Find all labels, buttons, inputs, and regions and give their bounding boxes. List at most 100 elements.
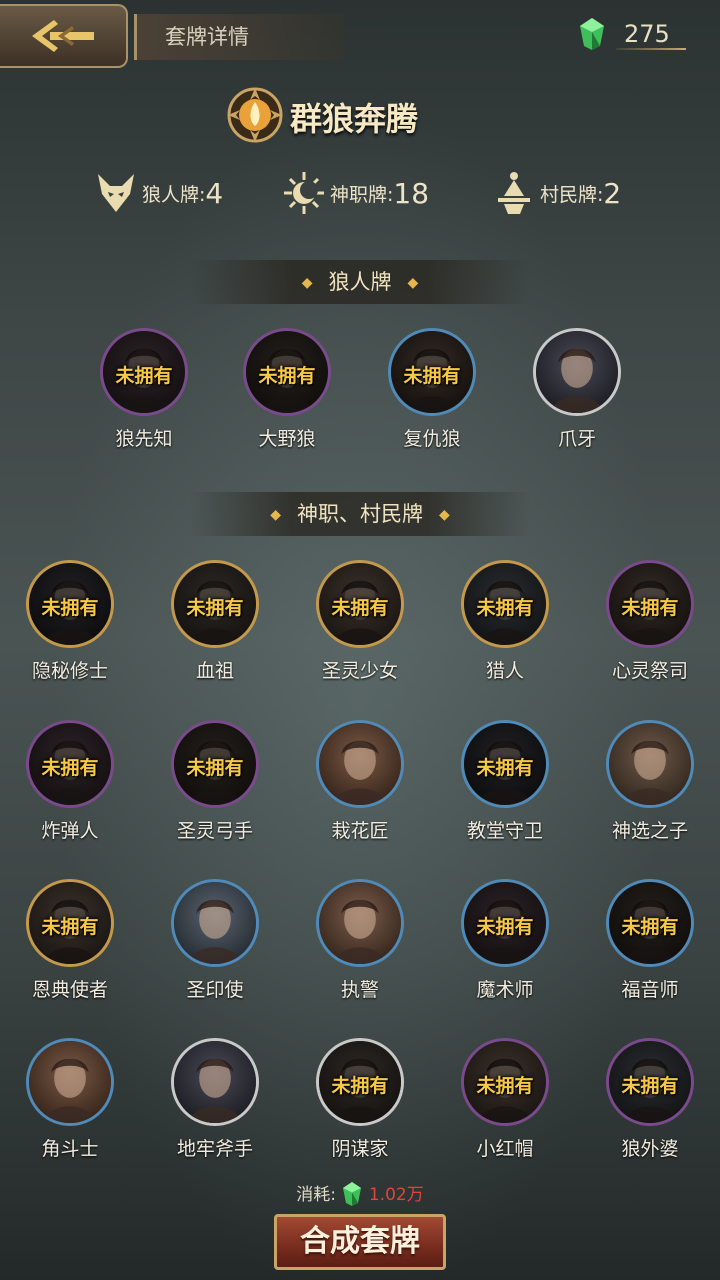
unowned-label: 未拥有 xyxy=(621,1075,679,1097)
cost-value: 1.02万 xyxy=(368,1185,424,1205)
character-card[interactable]: 爪牙 xyxy=(512,328,642,458)
character-card[interactable]: 神选之子 xyxy=(585,720,715,850)
count-wolf-label: 狼人牌: xyxy=(142,183,206,206)
character-card[interactable]: 未拥有 圣灵少女 xyxy=(295,560,425,690)
unowned-label: 未拥有 xyxy=(476,597,534,619)
character-name: 大野狼 xyxy=(258,428,316,450)
page-title: 套牌详情 xyxy=(134,14,344,60)
character-avatar: 未拥有 xyxy=(606,560,694,648)
character-card[interactable]: 未拥有 恩典使者 xyxy=(5,879,135,1009)
back-arrow-icon xyxy=(32,20,94,52)
unowned-label: 未拥有 xyxy=(115,365,173,387)
character-name: 栽花匠 xyxy=(331,820,389,842)
character-name: 圣印使 xyxy=(186,979,244,1001)
character-portrait xyxy=(29,1041,111,1123)
unowned-label: 未拥有 xyxy=(331,1075,389,1097)
character-name: 角斗士 xyxy=(41,1138,99,1160)
character-portrait xyxy=(174,1041,256,1123)
character-name: 狼先知 xyxy=(115,428,173,450)
character-card[interactable]: 未拥有 狼先知 xyxy=(79,328,209,458)
character-avatar: 未拥有 xyxy=(461,720,549,808)
character-avatar: 未拥有 xyxy=(461,560,549,648)
character-card[interactable]: 未拥有 猎人 xyxy=(440,560,570,690)
character-card[interactable]: 未拥有 心灵祭司 xyxy=(585,560,715,690)
character-name: 隐秘修士 xyxy=(31,660,108,682)
character-avatar: 未拥有 xyxy=(26,879,114,967)
currency-amount: 275 xyxy=(624,20,670,48)
count-wolf-value: 4 xyxy=(205,176,224,210)
character-avatar: 未拥有 xyxy=(316,560,404,648)
currency-underline xyxy=(616,48,686,50)
character-avatar xyxy=(606,720,694,808)
count-villager: 村民牌: 2 xyxy=(492,168,621,218)
character-avatar: 未拥有 xyxy=(243,328,331,416)
character-avatar: 未拥有 xyxy=(316,1038,404,1126)
card-counts: 狼人牌: 4 神职牌: 18 村民牌: 2 xyxy=(0,168,720,218)
character-name: 心灵祭司 xyxy=(611,660,688,682)
character-card[interactable]: 栽花匠 xyxy=(295,720,425,850)
character-card[interactable]: 未拥有 教堂守卫 xyxy=(440,720,570,850)
character-name: 炸弹人 xyxy=(41,820,99,842)
character-card[interactable]: 未拥有 阴谋家 xyxy=(295,1038,425,1168)
unowned-label: 未拥有 xyxy=(186,597,244,619)
character-portrait xyxy=(536,331,618,413)
character-name: 福音师 xyxy=(621,979,679,1001)
character-avatar xyxy=(316,720,404,808)
wolf-icon xyxy=(98,174,134,212)
character-name: 神选之子 xyxy=(611,820,688,842)
character-card[interactable]: 圣印使 xyxy=(150,879,280,1009)
character-card[interactable]: 角斗士 xyxy=(5,1038,135,1168)
character-avatar: 未拥有 xyxy=(461,879,549,967)
character-card[interactable]: 未拥有 魔术师 xyxy=(440,879,570,1009)
character-name: 猎人 xyxy=(485,660,524,682)
character-name: 圣灵少女 xyxy=(321,660,398,682)
character-card[interactable]: 未拥有 复仇狼 xyxy=(367,328,497,458)
unowned-label: 未拥有 xyxy=(41,916,99,938)
character-avatar: 未拥有 xyxy=(171,720,259,808)
gem-icon xyxy=(343,1182,362,1206)
unowned-label: 未拥有 xyxy=(186,757,244,779)
character-card[interactable]: 执警 xyxy=(295,879,425,1009)
unowned-label: 未拥有 xyxy=(331,597,389,619)
unowned-label: 未拥有 xyxy=(41,597,99,619)
character-card[interactable]: 地牢斧手 xyxy=(150,1038,280,1168)
diamond-icon: ◆ xyxy=(301,275,313,291)
character-card[interactable]: 未拥有 圣灵弓手 xyxy=(150,720,280,850)
cost-row: 消耗: 1.02万 xyxy=(0,1180,720,1206)
unowned-label: 未拥有 xyxy=(476,916,534,938)
character-card[interactable]: 未拥有 隐秘修士 xyxy=(5,560,135,690)
character-card[interactable]: 未拥有 小红帽 xyxy=(440,1038,570,1168)
character-avatar xyxy=(533,328,621,416)
section-gods-header: ◆ 神职、村民牌 ◆ xyxy=(190,492,530,536)
character-name: 血祖 xyxy=(195,660,234,682)
section-wolves-header: ◆ 狼人牌 ◆ xyxy=(190,260,530,304)
villager-icon xyxy=(498,172,530,214)
character-portrait xyxy=(174,882,256,964)
count-villager-label: 村民牌: xyxy=(540,183,604,206)
back-button[interactable] xyxy=(0,4,128,68)
diamond-icon: ◆ xyxy=(407,275,419,291)
section-wolves-title: 狼人牌 xyxy=(328,270,392,294)
deck-name: 群狼奔腾 xyxy=(290,100,419,138)
character-card[interactable]: 未拥有 福音师 xyxy=(585,879,715,1009)
count-god-value: 18 xyxy=(393,176,430,210)
diamond-icon: ◆ xyxy=(439,507,450,523)
character-name: 复仇狼 xyxy=(403,428,461,450)
character-card[interactable]: 未拥有 狼外婆 xyxy=(585,1038,715,1168)
deck-emblem-icon xyxy=(227,87,283,143)
currency-display: 275 xyxy=(580,18,690,50)
character-avatar: 未拥有 xyxy=(461,1038,549,1126)
character-card[interactable]: 未拥有 大野狼 xyxy=(222,328,352,458)
craft-deck-button[interactable]: 合成套牌 xyxy=(274,1214,446,1270)
character-avatar: 未拥有 xyxy=(171,560,259,648)
character-card[interactable]: 未拥有 炸弹人 xyxy=(5,720,135,850)
character-portrait xyxy=(319,882,401,964)
section-gods-title: 神职、村民牌 xyxy=(297,502,423,526)
count-villager-value: 2 xyxy=(603,176,622,210)
character-avatar xyxy=(171,879,259,967)
unowned-label: 未拥有 xyxy=(621,597,679,619)
count-wolf: 狼人牌: 4 xyxy=(94,168,223,218)
character-card[interactable]: 未拥有 血祖 xyxy=(150,560,280,690)
character-name: 狼外婆 xyxy=(621,1138,679,1160)
gem-icon xyxy=(580,18,604,50)
